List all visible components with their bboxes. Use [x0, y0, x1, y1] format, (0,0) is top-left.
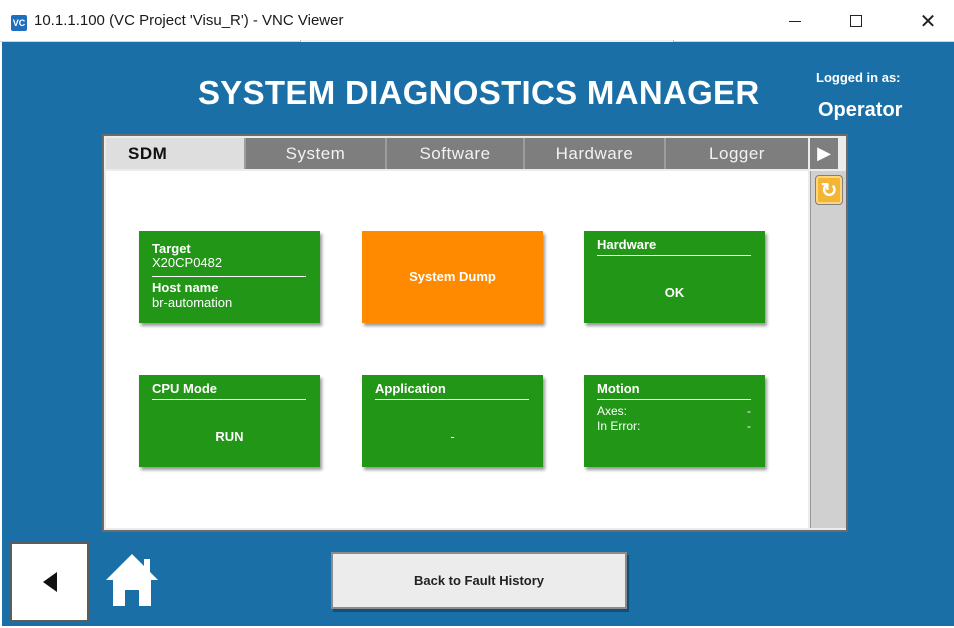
axes-label: Axes: — [597, 404, 628, 418]
cpu-mode-value: RUN — [215, 429, 244, 444]
close-button[interactable]: ✕ — [905, 0, 951, 42]
maximize-icon — [850, 15, 862, 27]
window-title: 10.1.1.100 (VC Project 'Visu_R') - VNC V… — [34, 12, 344, 29]
tab-bar: SDM System Software Hardware Logger — [106, 138, 808, 169]
motion-title: Motion — [597, 381, 640, 396]
axes-value: - — [747, 404, 751, 418]
divider — [597, 255, 751, 256]
maximize-button[interactable] — [833, 0, 879, 42]
logged-in-label: Logged in as: — [816, 70, 901, 85]
system-dump-button[interactable]: System Dump — [362, 231, 543, 323]
minimize-button[interactable] — [772, 0, 818, 42]
target-tile: Target X20CP0482 Host name br-automation — [139, 231, 320, 323]
host-name-value: br-automation — [152, 295, 233, 310]
divider — [152, 399, 306, 400]
tab-logger[interactable]: Logger — [666, 138, 808, 169]
back-button[interactable] — [10, 542, 89, 622]
hardware-title: Hardware — [597, 237, 657, 252]
tab-system[interactable]: System — [246, 138, 387, 169]
tab-hardware[interactable]: Hardware — [525, 138, 666, 169]
in-error-value: - — [747, 419, 751, 433]
divider — [375, 399, 529, 400]
minimize-icon — [789, 20, 801, 22]
page-title: SYSTEM DIAGNOSTICS MANAGER — [198, 74, 760, 111]
system-dump-label: System Dump — [409, 269, 496, 284]
application-value: - — [450, 429, 455, 444]
target-value: X20CP0482 — [152, 255, 223, 270]
divider — [152, 276, 306, 277]
back-arrow-icon — [42, 572, 57, 592]
vnc-app-icon: VC — [11, 15, 27, 31]
window-titlebar: VC 10.1.1.100 (VC Project 'Visu_R') - VN… — [0, 0, 954, 42]
refresh-icon[interactable]: ↻ — [815, 175, 843, 205]
sdm-panel: SDM System Software Hardware Logger ▶ Ta… — [102, 134, 848, 532]
application-title: Application — [375, 381, 446, 396]
in-error-label: In Error: — [597, 419, 641, 433]
hardware-tile[interactable]: Hardware OK — [584, 231, 765, 323]
sdm-content: Target X20CP0482 Host name br-automation… — [106, 171, 808, 528]
tab-software[interactable]: Software — [387, 138, 525, 169]
cpu-mode-title: CPU Mode — [152, 381, 217, 396]
host-name-title: Host name — [152, 280, 219, 295]
cpu-mode-tile[interactable]: CPU Mode RUN — [139, 375, 320, 467]
motion-tile[interactable]: Motion Axes: - In Error: - — [584, 375, 765, 467]
target-title: Target — [152, 241, 191, 256]
divider — [597, 399, 751, 400]
application-tile[interactable]: Application - — [362, 375, 543, 467]
hardware-status: OK — [664, 285, 685, 300]
tab-sdm[interactable]: SDM — [106, 138, 246, 169]
logged-in-user: Operator — [818, 99, 903, 121]
panel-sidebar: ↻ — [810, 171, 846, 528]
home-icon[interactable] — [104, 550, 160, 608]
tab-scroll-right-icon[interactable]: ▶ — [810, 138, 838, 169]
back-to-fault-history-button[interactable]: Back to Fault History — [331, 552, 627, 609]
hmi-screen: SYSTEM DIAGNOSTICS MANAGER Logged in as:… — [2, 42, 954, 626]
